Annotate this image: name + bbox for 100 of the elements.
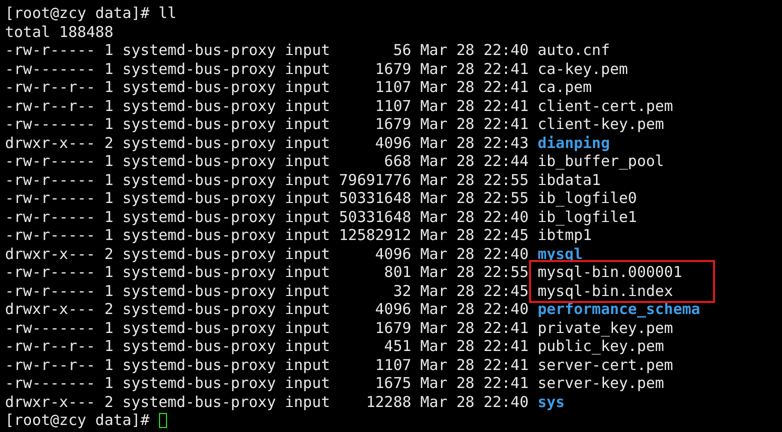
date-text: Mar 28 xyxy=(420,134,474,152)
owner-text: systemd-bus-proxy xyxy=(122,152,276,170)
time-text: 22:55 xyxy=(483,170,529,189)
owner-text: systemd-bus-proxy xyxy=(122,282,276,300)
permissions-text: drwxr-x--- xyxy=(5,392,96,411)
link-count: 1 xyxy=(104,337,114,356)
date-text: Mar 28 xyxy=(420,282,474,300)
file-name: mysql-bin.index xyxy=(538,282,674,300)
group-text: input xyxy=(284,300,330,318)
link-count: 1 xyxy=(104,374,114,392)
permissions-text: -rw-r----- xyxy=(5,41,96,60)
group-text: input xyxy=(284,134,330,152)
permissions-text: -rw-r--r-- xyxy=(5,78,96,96)
group-text: input xyxy=(284,189,330,208)
date-text: Mar 28 xyxy=(420,392,474,411)
time-text: 22:43 xyxy=(483,134,529,152)
link-count: 1 xyxy=(104,356,114,374)
file-size: 451 xyxy=(383,337,412,356)
owner-text: systemd-bus-proxy xyxy=(122,356,276,374)
directory-name: sys xyxy=(538,392,565,411)
file-size: 32 xyxy=(392,282,412,300)
date-text: Mar 28 xyxy=(420,226,474,244)
group-text: input xyxy=(284,282,330,300)
file-name: client-cert.pem xyxy=(538,96,674,115)
date-text: Mar 28 xyxy=(420,152,474,170)
link-count: 1 xyxy=(104,78,114,96)
file-name: ca-key.pem xyxy=(538,60,628,78)
date-text: Mar 28 xyxy=(420,300,474,318)
time-text: 22:40 xyxy=(483,244,529,263)
time-text: 22:55 xyxy=(483,263,529,282)
link-count: 1 xyxy=(104,60,114,78)
group-text: input xyxy=(284,392,330,411)
owner-text: systemd-bus-proxy xyxy=(122,392,276,411)
date-text: Mar 28 xyxy=(420,244,474,263)
time-text: 22:41 xyxy=(483,78,529,96)
link-count: 1 xyxy=(104,263,114,282)
time-text: 22:41 xyxy=(483,318,529,337)
link-count: 2 xyxy=(104,134,114,152)
owner-text: systemd-bus-proxy xyxy=(122,208,276,226)
file-size: 1675 xyxy=(374,374,412,392)
permissions-text: drwxr-x--- xyxy=(5,300,96,318)
date-text: Mar 28 xyxy=(420,356,474,374)
file-name: mysql-bin.000001 xyxy=(538,263,682,282)
date-text: Mar 28 xyxy=(420,263,474,282)
file-size: 1107 xyxy=(374,96,412,115)
file-name: ibtmp1 xyxy=(538,226,592,244)
permissions-text: -rw-r----- xyxy=(5,226,96,244)
owner-text: systemd-bus-proxy xyxy=(122,226,276,244)
date-text: Mar 28 xyxy=(420,41,474,60)
group-text: input xyxy=(284,152,330,170)
date-text: Mar 28 xyxy=(420,318,474,337)
date-text: Mar 28 xyxy=(420,60,474,78)
link-count: 1 xyxy=(104,152,114,170)
file-size: 1107 xyxy=(374,78,412,96)
owner-text: systemd-bus-proxy xyxy=(122,374,276,392)
file-size: 50331648 xyxy=(339,208,412,226)
link-count: 1 xyxy=(104,208,114,226)
file-name: auto.cnf xyxy=(538,41,610,60)
group-text: input xyxy=(284,244,330,263)
link-count: 1 xyxy=(104,96,114,115)
owner-text: systemd-bus-proxy xyxy=(122,96,276,115)
group-text: input xyxy=(284,60,330,78)
permissions-text: -rw-r--r-- xyxy=(5,356,96,374)
owner-text: systemd-bus-proxy xyxy=(122,244,276,263)
file-size: 79691776 xyxy=(339,170,412,189)
permissions-text: drwxr-x--- xyxy=(5,244,96,263)
time-text: 22:55 xyxy=(483,189,529,208)
time-text: 22:45 xyxy=(483,226,529,244)
date-text: Mar 28 xyxy=(420,374,474,392)
group-text: input xyxy=(284,96,330,115)
permissions-text: drwxr-x--- xyxy=(5,134,96,152)
time-text: 22:44 xyxy=(483,152,529,170)
time-text: 22:45 xyxy=(483,282,529,300)
file-size: 12288 xyxy=(365,392,412,411)
group-text: input xyxy=(284,208,330,226)
group-text: input xyxy=(284,115,330,134)
date-text: Mar 28 xyxy=(420,170,474,189)
link-count: 1 xyxy=(104,41,114,60)
owner-text: systemd-bus-proxy xyxy=(122,41,276,60)
owner-text: systemd-bus-proxy xyxy=(122,337,276,356)
file-size: 4096 xyxy=(374,134,412,152)
file-name: private_key.pem xyxy=(538,318,674,337)
file-size: 4096 xyxy=(374,300,412,318)
file-name: ca.pem xyxy=(538,78,592,96)
link-count: 2 xyxy=(104,300,114,318)
group-text: input xyxy=(284,226,330,244)
file-size: 1679 xyxy=(374,60,412,78)
permissions-text: -rw-r----- xyxy=(5,189,96,208)
permissions-text: -rw------- xyxy=(5,374,96,392)
link-count: 1 xyxy=(104,226,114,244)
group-text: input xyxy=(284,41,330,60)
file-name: client-key.pem xyxy=(538,115,664,134)
time-text: 22:41 xyxy=(483,115,529,134)
file-size: 1107 xyxy=(374,356,412,374)
link-count: 1 xyxy=(104,282,114,300)
date-text: Mar 28 xyxy=(420,115,474,134)
permissions-text: -rw------- xyxy=(5,60,96,78)
total-text: total 188488 xyxy=(5,22,114,41)
permissions-text: -rw------- xyxy=(5,318,96,337)
file-size: 801 xyxy=(383,263,412,282)
